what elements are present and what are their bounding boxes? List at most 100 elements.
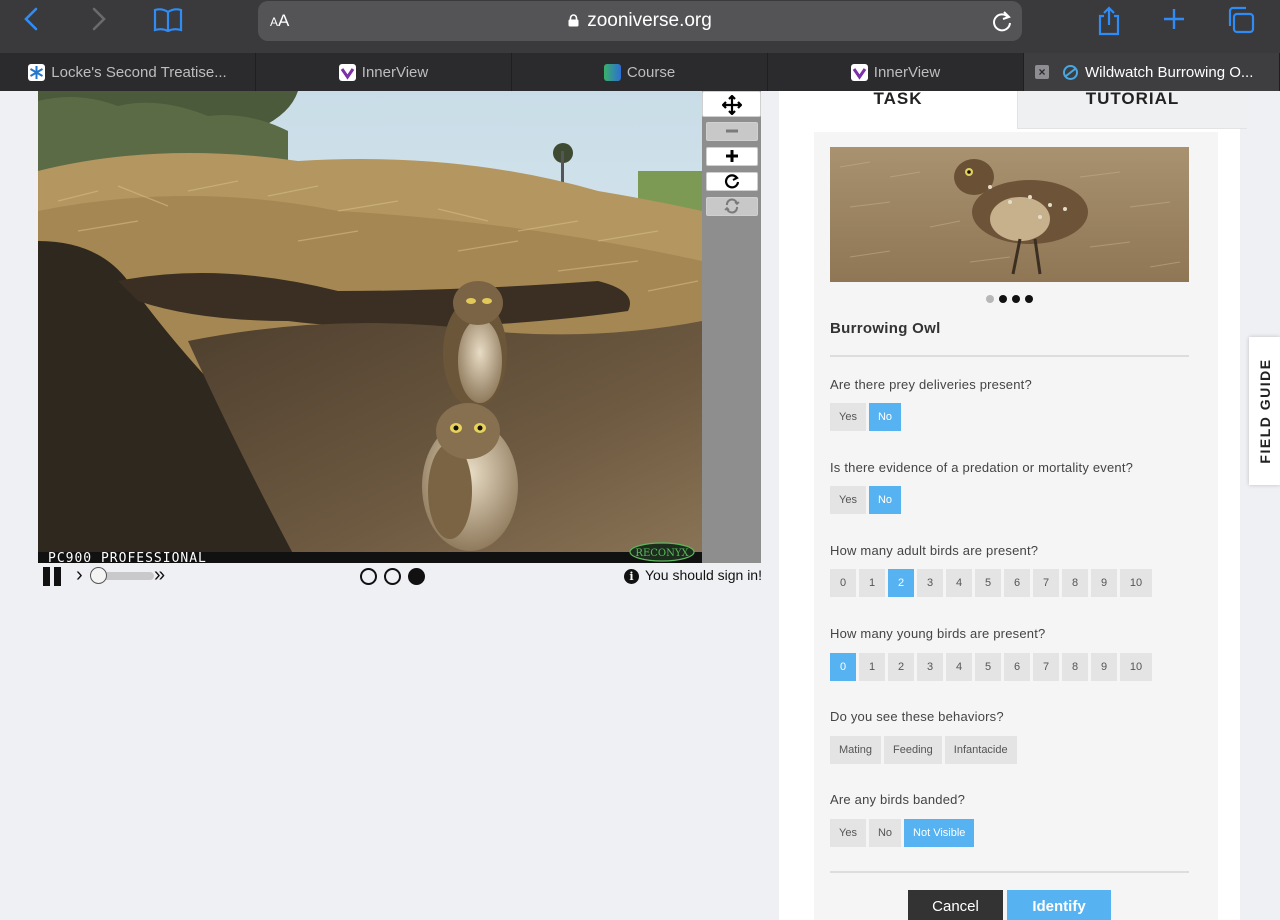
- zoom-in-button[interactable]: [706, 147, 758, 166]
- tab-locke[interactable]: Locke's Second Treatise...: [0, 53, 256, 91]
- answer-10[interactable]: 10: [1120, 569, 1152, 597]
- tab-tutorial[interactable]: TUTORIAL: [1017, 90, 1247, 129]
- answer-0[interactable]: 0: [830, 653, 856, 681]
- step-forward-icon[interactable]: ›: [76, 564, 83, 587]
- innerview-logo-icon: [850, 63, 868, 81]
- answer-8[interactable]: 8: [1062, 653, 1088, 681]
- field-guide-toggle[interactable]: FIELD GUIDE: [1249, 337, 1280, 485]
- answer-0[interactable]: 0: [830, 569, 856, 597]
- answer-4[interactable]: 4: [946, 569, 972, 597]
- question-banded: Are any birds banded?: [830, 792, 966, 807]
- playback-controls: › » i You should sign in!: [38, 564, 762, 590]
- divider: [830, 871, 1189, 873]
- carousel-dot[interactable]: [1012, 295, 1020, 303]
- answer-5[interactable]: 5: [975, 569, 1001, 597]
- answer-2[interactable]: 2: [888, 569, 914, 597]
- fast-forward-icon[interactable]: »: [154, 564, 165, 587]
- subject-image[interactable]: PC900 PROFESSIONAL RECONYX: [38, 91, 702, 563]
- answer-1[interactable]: 1: [859, 653, 885, 681]
- rotate-icon: [724, 174, 740, 189]
- chevron-left-icon: [24, 7, 38, 31]
- answer-yes[interactable]: Yes: [830, 486, 866, 514]
- forward-button[interactable]: [86, 6, 112, 36]
- address-bar[interactable]: AA zooniverse.org: [258, 1, 1022, 41]
- book-icon: [153, 8, 183, 33]
- frame-1-dot[interactable]: [360, 568, 377, 585]
- reset-button[interactable]: [706, 197, 758, 216]
- tab-label: InnerView: [873, 63, 941, 81]
- sign-in-notice[interactable]: i You should sign in!: [623, 567, 762, 584]
- frame-2-dot[interactable]: [384, 568, 401, 585]
- pan-button[interactable]: [702, 91, 761, 117]
- answer-yes[interactable]: Yes: [830, 403, 866, 431]
- move-icon: [720, 94, 743, 116]
- answer-7[interactable]: 7: [1033, 569, 1059, 597]
- carousel-indicator: [986, 290, 1038, 308]
- close-tab-icon[interactable]: ×: [1035, 65, 1049, 79]
- answer-no[interactable]: No: [868, 403, 902, 431]
- back-button[interactable]: [18, 6, 44, 36]
- species-details-card: Burrowing Owl Are there prey deliveries …: [814, 132, 1218, 920]
- answers-banded: Yes No Not Visible: [830, 819, 977, 847]
- answer-3[interactable]: 3: [917, 653, 943, 681]
- tab-innerview-1[interactable]: InnerView: [256, 53, 512, 91]
- field-guide-label: FIELD GUIDE: [1256, 358, 1273, 464]
- answer-yes[interactable]: Yes: [830, 819, 866, 847]
- task-panel: TASK TUTORIAL Burrowing Owl Are there pr…: [779, 90, 1247, 920]
- carousel-dot[interactable]: [999, 295, 1007, 303]
- camera-model-label: PC900 PROFESSIONAL: [48, 551, 207, 563]
- answer-3[interactable]: 3: [917, 569, 943, 597]
- question-predation: Is there evidence of a predation or mort…: [830, 460, 1134, 475]
- tab-innerview-2[interactable]: InnerView: [768, 53, 1024, 91]
- rotate-button[interactable]: [706, 172, 758, 191]
- new-tab-button[interactable]: [1160, 6, 1188, 36]
- tab-label: Locke's Second Treatise...: [51, 63, 227, 81]
- answer-9[interactable]: 9: [1091, 569, 1117, 597]
- species-photo[interactable]: [830, 147, 1189, 282]
- identify-button[interactable]: Identify: [1007, 890, 1111, 920]
- carousel-dot[interactable]: [1025, 295, 1033, 303]
- answer-2[interactable]: 2: [888, 653, 914, 681]
- tab-course[interactable]: Course: [512, 53, 768, 91]
- cancel-button[interactable]: Cancel: [908, 890, 1003, 920]
- zoom-out-icon: [726, 129, 738, 133]
- answer-5[interactable]: 5: [975, 653, 1001, 681]
- zooniverse-icon: [1062, 64, 1079, 81]
- answer-1[interactable]: 1: [859, 569, 885, 597]
- slider-handle[interactable]: [90, 567, 107, 584]
- browser-toolbar: AA zooniverse.org: [0, 0, 1280, 53]
- answer-10[interactable]: 10: [1120, 653, 1152, 681]
- answer-8[interactable]: 8: [1062, 569, 1088, 597]
- innerview-logo-icon: [338, 63, 356, 81]
- share-button[interactable]: [1094, 6, 1124, 36]
- answer-9[interactable]: 9: [1091, 653, 1117, 681]
- lock-icon: [568, 14, 579, 27]
- image-toolbar: [702, 91, 761, 563]
- answer-4[interactable]: 4: [946, 653, 972, 681]
- sign-in-text: You should sign in!: [644, 567, 762, 583]
- tab-task[interactable]: TASK: [779, 90, 1017, 129]
- question-young-count: How many young birds are present?: [830, 626, 1046, 641]
- camera-brand-logo: RECONYX: [635, 548, 689, 559]
- frame-selector: [360, 568, 432, 590]
- answer-no[interactable]: No: [868, 819, 902, 847]
- carousel-dot[interactable]: [986, 295, 994, 303]
- answer-no[interactable]: No: [868, 486, 902, 514]
- answer-infantacide[interactable]: Infantacide: [944, 736, 1017, 764]
- answers-predation: Yes No: [830, 486, 904, 514]
- reload-icon[interactable]: [990, 9, 1014, 33]
- tab-wildwatch[interactable]: × Wildwatch Burrowing O...: [1024, 53, 1280, 91]
- tab-label: Wildwatch Burrowing O...: [1085, 63, 1254, 81]
- answer-6[interactable]: 6: [1004, 653, 1030, 681]
- answer-7[interactable]: 7: [1033, 653, 1059, 681]
- frame-3-dot[interactable]: [408, 568, 425, 585]
- answer-feeding[interactable]: Feeding: [884, 736, 942, 764]
- answer-6[interactable]: 6: [1004, 569, 1030, 597]
- answer-mating[interactable]: Mating: [830, 736, 882, 764]
- zoom-out-button[interactable]: [706, 122, 758, 141]
- bookmarks-button[interactable]: [152, 6, 184, 36]
- answer-not-visible[interactable]: Not Visible: [904, 819, 975, 847]
- pause-button[interactable]: [43, 567, 63, 586]
- tab-overview-button[interactable]: [1226, 6, 1256, 36]
- snowflake-icon: [28, 63, 46, 81]
